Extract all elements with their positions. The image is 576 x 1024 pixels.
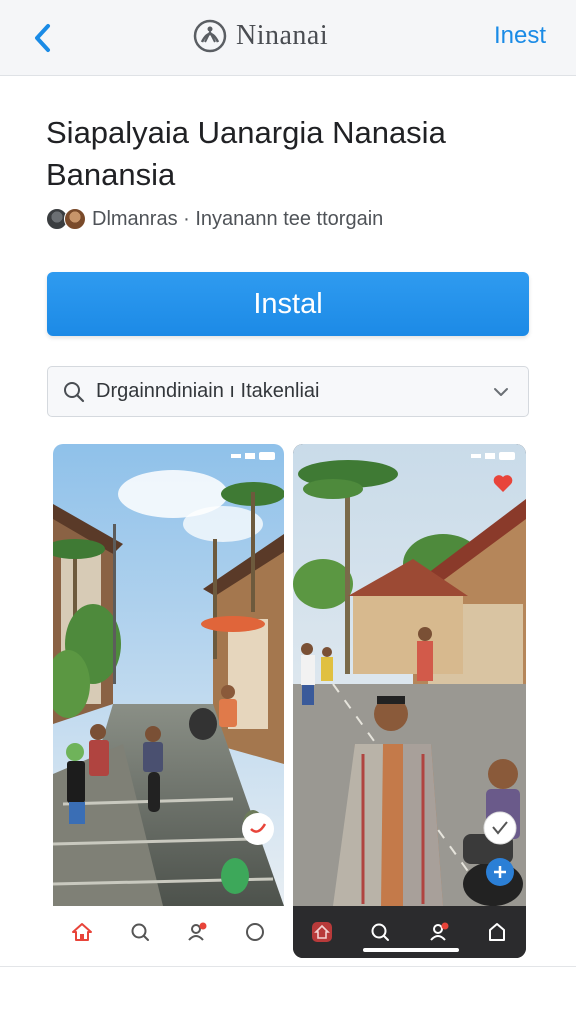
tab-search[interactable]	[125, 917, 155, 947]
profile-icon	[246, 923, 265, 941]
app-meta: Dlmanras · Inyanann tee ttorgain	[46, 204, 383, 234]
brand: Ninanai	[192, 16, 328, 56]
tab-user[interactable]	[424, 917, 454, 947]
user-icon	[429, 922, 449, 941]
bag-icon	[488, 923, 505, 941]
tab-home[interactable]	[67, 917, 97, 947]
emblem-logo-icon	[193, 19, 227, 53]
search-icon	[64, 381, 85, 402]
screenshot-1-tab-bar	[53, 906, 284, 958]
home-icon	[312, 922, 333, 942]
install-button[interactable]: Instal	[47, 272, 529, 336]
app-screenshot-2[interactable]	[293, 444, 526, 958]
search-field[interactable]: Drgainndiniain ı Itakenliai	[47, 366, 529, 417]
search-icon	[131, 923, 149, 941]
nav-action-link[interactable]: Inest	[494, 22, 546, 50]
avatar	[64, 208, 86, 230]
brand-title: Ninanai	[236, 20, 329, 51]
search-icon	[371, 923, 390, 941]
app-meta-text: Dlmanras · Inyanann tee ttorgain	[92, 207, 384, 230]
app-title: Siapalyaia Uanargia Nanasia Banansia	[46, 115, 446, 192]
search-value: Drgainndiniain ı Itakenliai	[96, 380, 320, 402]
home-indicator	[363, 948, 459, 952]
tab-home[interactable]	[307, 917, 337, 947]
divider	[0, 966, 576, 967]
developer-avatars	[46, 208, 86, 230]
village-market-photo	[293, 444, 526, 906]
app-screenshot-1[interactable]	[53, 444, 284, 958]
back-button[interactable]	[28, 20, 60, 56]
tab-search[interactable]	[365, 917, 395, 947]
tab-notifications[interactable]	[182, 917, 212, 947]
tab-profile[interactable]	[240, 917, 270, 947]
tab-bag[interactable]	[482, 917, 512, 947]
home-icon	[71, 923, 92, 941]
chevron-left-icon	[35, 24, 50, 52]
notifications-icon	[188, 922, 207, 941]
top-nav-bar: Ninanai Inest	[0, 0, 576, 76]
canal-street-photo	[53, 444, 284, 906]
screenshot-2-tab-bar	[293, 906, 526, 958]
chevron-down-icon[interactable]	[490, 381, 512, 403]
